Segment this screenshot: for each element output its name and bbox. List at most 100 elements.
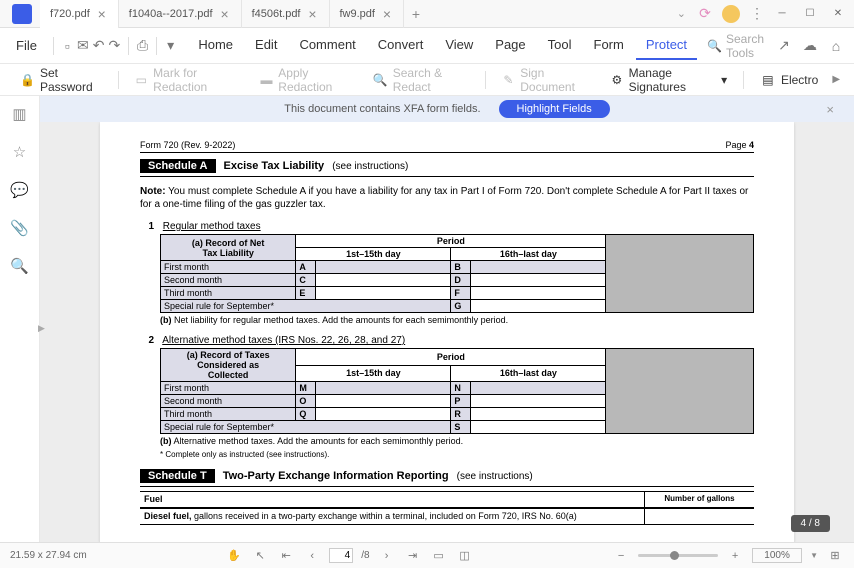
- chevron-down-icon[interactable]: ▼: [810, 551, 818, 560]
- zoom-slider[interactable]: [638, 554, 718, 557]
- menu-edit[interactable]: Edit: [245, 31, 287, 60]
- asterisk-note: * Complete only as instructed (see instr…: [160, 450, 754, 459]
- menu-comment[interactable]: Comment: [289, 31, 365, 60]
- sec2-b: (b) Alternative method taxes. Add the am…: [140, 436, 754, 446]
- separator: [118, 71, 119, 89]
- menu-form[interactable]: Form: [584, 31, 634, 60]
- share-icon[interactable]: ↗: [774, 36, 794, 56]
- fuel-label: Fuel: [140, 492, 644, 507]
- close-icon[interactable]: ×: [219, 8, 231, 20]
- col-16thlast: 16th–last day: [451, 248, 606, 261]
- menu-tool[interactable]: Tool: [538, 31, 582, 60]
- section-heading: 1 Regular method taxes: [140, 221, 754, 232]
- schedule-title: Excise Tax Liability: [224, 160, 325, 172]
- sign-document-button[interactable]: ✎ Sign Document: [494, 62, 599, 98]
- electronic-button[interactable]: ▤ Electro: [752, 68, 826, 92]
- minimize-button[interactable]: ─: [770, 4, 794, 24]
- file-menu[interactable]: File: [8, 34, 45, 57]
- menu-home[interactable]: Home: [188, 31, 243, 60]
- search-icon: 🔍: [707, 39, 722, 53]
- app-icon[interactable]: [12, 4, 32, 24]
- comments-icon[interactable]: 💬: [10, 180, 30, 200]
- highlight-fields-button[interactable]: Highlight Fields: [499, 100, 610, 118]
- bookmarks-icon[interactable]: ☆: [10, 142, 30, 162]
- close-icon[interactable]: ×: [307, 8, 319, 20]
- search-icon[interactable]: 🔍: [10, 256, 30, 276]
- redo-icon[interactable]: ↷: [108, 36, 120, 56]
- last-page-icon[interactable]: ⇥: [404, 547, 422, 565]
- first-page-icon[interactable]: ⇤: [277, 547, 295, 565]
- mark-icon: ▭: [135, 72, 149, 88]
- fit-width-icon[interactable]: ◫: [456, 547, 474, 565]
- sec1-b: (b) Net liability for regular method tax…: [140, 315, 754, 325]
- prev-page-icon[interactable]: ‹: [303, 547, 321, 565]
- menu-convert[interactable]: Convert: [368, 31, 434, 60]
- label: Set Password: [40, 66, 102, 94]
- apply-redaction-button[interactable]: ▬ Apply Redaction: [252, 62, 361, 98]
- chevron-down-icon[interactable]: ⌄: [677, 7, 686, 20]
- fullscreen-icon[interactable]: ⊞: [826, 547, 844, 565]
- note-label: Note:: [140, 186, 166, 197]
- close-icon[interactable]: ×: [381, 8, 393, 20]
- page-input[interactable]: [329, 548, 353, 563]
- close-button[interactable]: ✕: [826, 4, 850, 24]
- mark-redaction-button[interactable]: ▭ Mark for Redaction: [127, 62, 248, 98]
- left-sidebar: ▥ ☆ 💬 📎 🔍: [0, 96, 40, 542]
- print-icon[interactable]: ⎙: [137, 36, 148, 56]
- attachments-icon[interactable]: 📎: [10, 218, 30, 238]
- page-total: /8: [361, 550, 369, 561]
- fit-page-icon[interactable]: ▭: [430, 547, 448, 565]
- note-text: You must complete Schedule A if you have…: [140, 186, 748, 210]
- bookmark-icon[interactable]: ▾: [165, 36, 176, 56]
- expand-icon[interactable]: ⌂: [826, 36, 846, 56]
- cloud-icon[interactable]: ☁: [800, 36, 820, 56]
- main-menu: Home Edit Comment Convert View Page Tool…: [188, 31, 697, 60]
- next-page-icon[interactable]: ›: [378, 547, 396, 565]
- search-tools[interactable]: 🔍 Search Tools: [701, 32, 770, 60]
- zoom-thumb[interactable]: [670, 551, 679, 560]
- window-controls: ─ ☐ ✕: [770, 4, 850, 24]
- tab-f1040a[interactable]: f1040a--2017.pdf ×: [119, 0, 242, 28]
- zoom-value[interactable]: 100%: [752, 548, 802, 563]
- undo-icon[interactable]: ↶: [93, 36, 105, 56]
- close-icon[interactable]: ×: [96, 8, 108, 20]
- separator: [128, 37, 129, 55]
- scroll-right-icon[interactable]: ▶: [830, 74, 842, 85]
- header-right-icons: ↗ ☁ ⌂: [774, 36, 846, 56]
- mail-icon[interactable]: ✉: [77, 36, 89, 56]
- tab-f720[interactable]: f720.pdf ×: [40, 0, 119, 28]
- menu-view[interactable]: View: [435, 31, 483, 60]
- save-icon[interactable]: ▫: [62, 36, 73, 56]
- search-redact-icon: 🔍: [373, 72, 388, 88]
- gear-icon: ⚙: [610, 72, 623, 88]
- set-password-button[interactable]: 🔒 Set Password: [12, 62, 110, 98]
- note-block: Note: You must complete Schedule A if yo…: [140, 185, 754, 211]
- menu-protect[interactable]: Protect: [636, 31, 697, 60]
- zoom-in-icon[interactable]: +: [726, 547, 744, 565]
- pdf-page: Form 720 (Rev. 9-2022) Page 4 Schedule A…: [100, 122, 794, 542]
- menu-page[interactable]: Page: [485, 31, 535, 60]
- expand-sidebar-icon[interactable]: ▶: [38, 319, 48, 337]
- document-viewport[interactable]: This document contains XFA form fields. …: [40, 96, 854, 542]
- select-tool-icon[interactable]: ↖: [251, 547, 269, 565]
- sync-icon[interactable]: ⟳: [696, 5, 714, 23]
- new-tab-button[interactable]: +: [404, 0, 428, 28]
- schedule-tag: Schedule A: [140, 159, 216, 173]
- search-redact-button[interactable]: 🔍 Search & Redact: [365, 62, 477, 98]
- maximize-button[interactable]: ☐: [798, 4, 822, 24]
- tab-fw9[interactable]: fw9.pdf ×: [330, 0, 404, 28]
- close-icon[interactable]: ×: [826, 102, 834, 117]
- zoom-out-icon[interactable]: −: [612, 547, 630, 565]
- schedule-instr: (see instructions): [457, 471, 533, 482]
- thumbnails-icon[interactable]: ▥: [10, 104, 30, 124]
- tab-label: f1040a--2017.pdf: [129, 8, 213, 20]
- col-16thlast: 16th–last day: [451, 365, 606, 382]
- more-icon[interactable]: ⋮: [750, 5, 764, 22]
- notification-icon[interactable]: [722, 5, 740, 23]
- alternative-method-table: (a) Record of TaxesConsidered asCollecte…: [160, 348, 754, 434]
- manage-signatures-button[interactable]: ⚙ Manage Signatures ▾: [602, 62, 735, 98]
- hand-tool-icon[interactable]: ✋: [225, 547, 243, 565]
- tab-f4506t[interactable]: f4506t.pdf ×: [242, 0, 330, 28]
- diesel-row: Diesel fuel, gallons received in a two-p…: [140, 508, 754, 525]
- page-nav: ✋ ↖ ⇤ ‹ /8 › ⇥ ▭ ◫: [87, 547, 612, 565]
